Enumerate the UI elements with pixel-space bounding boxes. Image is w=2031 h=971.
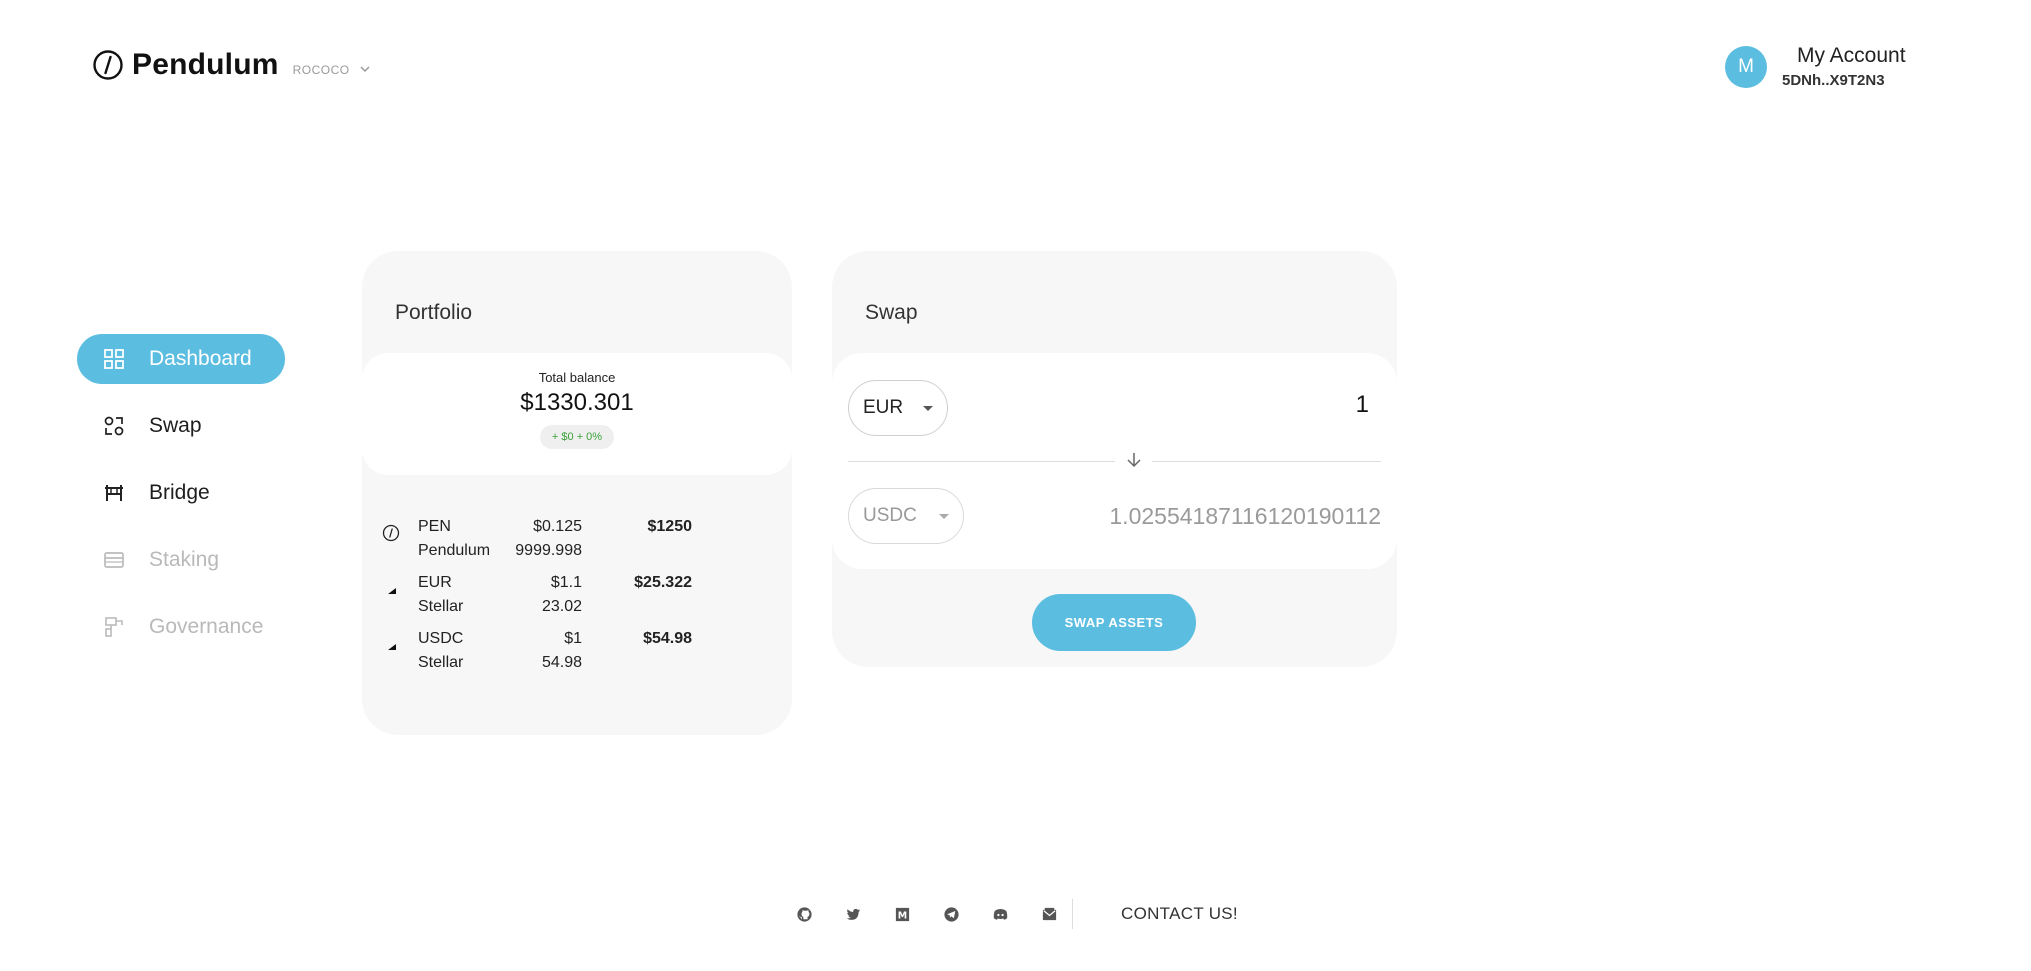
pendulum-token-icon [382,524,400,542]
portfolio-title: Portfolio [395,301,473,324]
asset-chain: Stellar [418,654,464,671]
bridge-icon [105,485,123,501]
discord-icon[interactable] [991,905,1009,923]
asset-amount: 54.98 [541,654,582,671]
asset-amount: 23.02 [541,598,582,615]
divider [1152,461,1381,462]
sidebar-item-label: Governance [149,615,264,638]
asset-symbol: PEN [418,518,451,535]
asset-row-usdc: USDC Stellar $1 54.98 $54.98 [382,630,772,680]
brand-logo[interactable]: Pendulum ROCOCO [92,48,372,82]
total-balance-value: $1330.301 [520,389,634,416]
sidebar-item-label: Swap [149,414,202,437]
email-icon[interactable] [1040,905,1058,923]
to-amount-output: 1.02554187116120190112 [1109,503,1381,529]
footer-divider [1072,899,1073,929]
stellar-token-icon [388,588,396,594]
dropdown-caret-icon [939,514,949,519]
from-token-select[interactable]: EUR [848,380,948,436]
sidebar-item-label: Staking [149,548,220,571]
sidebar-nav: Dashboard Swap Bridge Staking Governance [77,334,285,669]
brand-name: Pendulum [132,48,279,81]
asset-row-eur: EUR Stellar $1.1 23.02 $25.322 [382,574,772,624]
sidebar-item-bridge[interactable]: Bridge [77,468,285,518]
sidebar-item-dashboard[interactable]: Dashboard [77,334,285,384]
account-menu[interactable]: M My Account 5DNh..X9T2N3 [1725,44,1906,89]
swap-title: Swap [865,301,918,324]
divider [848,461,1115,462]
contact-us-link[interactable]: CONTACT US! [1121,904,1238,924]
asset-amount: 9999.998 [515,542,582,559]
to-token-select[interactable]: USDC [848,488,964,544]
pendulum-logo-icon [93,50,123,80]
telegram-icon[interactable] [942,905,960,923]
swap-form: EUR 1 USDC 1.02554187116120190112 [832,353,1397,569]
sidebar-item-governance[interactable]: Governance [77,602,285,652]
sidebar-item-staking[interactable]: Staking [77,535,285,585]
from-amount-input[interactable]: 1 [1356,391,1369,419]
svg-text:M: M [897,910,906,921]
asset-price: $1 [564,630,582,647]
stellar-token-icon [388,644,396,650]
sidebar-item-swap[interactable]: Swap [77,401,285,451]
asset-symbol: EUR [418,574,452,591]
asset-value: $1250 [647,518,693,535]
asset-price: $1.1 [550,574,582,591]
medium-icon[interactable]: M [893,905,911,923]
chevron-down-icon[interactable] [358,62,372,76]
asset-row-pen: PEN Pendulum $0.125 9999.998 $1250 [382,518,772,568]
footer: M CONTACT US! [795,897,1238,931]
asset-chain: Stellar [418,598,464,615]
arrow-down-icon[interactable] [1125,451,1143,469]
sidebar-item-label: Dashboard [149,347,252,370]
balance-change-badge: + $0 + 0% [539,425,615,449]
twitter-icon[interactable] [844,905,862,923]
sidebar-item-label: Bridge [149,481,210,504]
dropdown-caret-icon [923,406,933,411]
portfolio-card: Portfolio Total balance $1330.301 + $0 +… [362,251,792,735]
total-balance-label: Total balance [538,370,616,385]
dashboard-grid-icon [104,349,124,369]
asset-value: $54.98 [643,630,692,647]
to-token-label: USDC [863,505,917,526]
total-balance-box: Total balance $1330.301 + $0 + 0% [362,353,792,475]
asset-chain: Pendulum [418,542,491,559]
swap-card: Swap EUR 1 USDC 1.02554187116120190112 S… [832,251,1397,667]
swap-assets-button[interactable]: SWAP ASSETS [1032,594,1196,651]
account-title: My Account [1797,44,1906,67]
network-selector[interactable]: ROCOCO [293,63,350,77]
governance-icon [105,617,123,637]
asset-value: $25.322 [634,574,692,591]
github-icon[interactable] [795,905,813,923]
asset-symbol: USDC [418,630,464,647]
asset-price: $0.125 [533,518,582,535]
staking-icon [104,552,124,568]
from-token-label: EUR [863,397,904,418]
swap-icon [104,416,124,436]
account-address: 5DNh..X9T2N3 [1782,72,1885,89]
